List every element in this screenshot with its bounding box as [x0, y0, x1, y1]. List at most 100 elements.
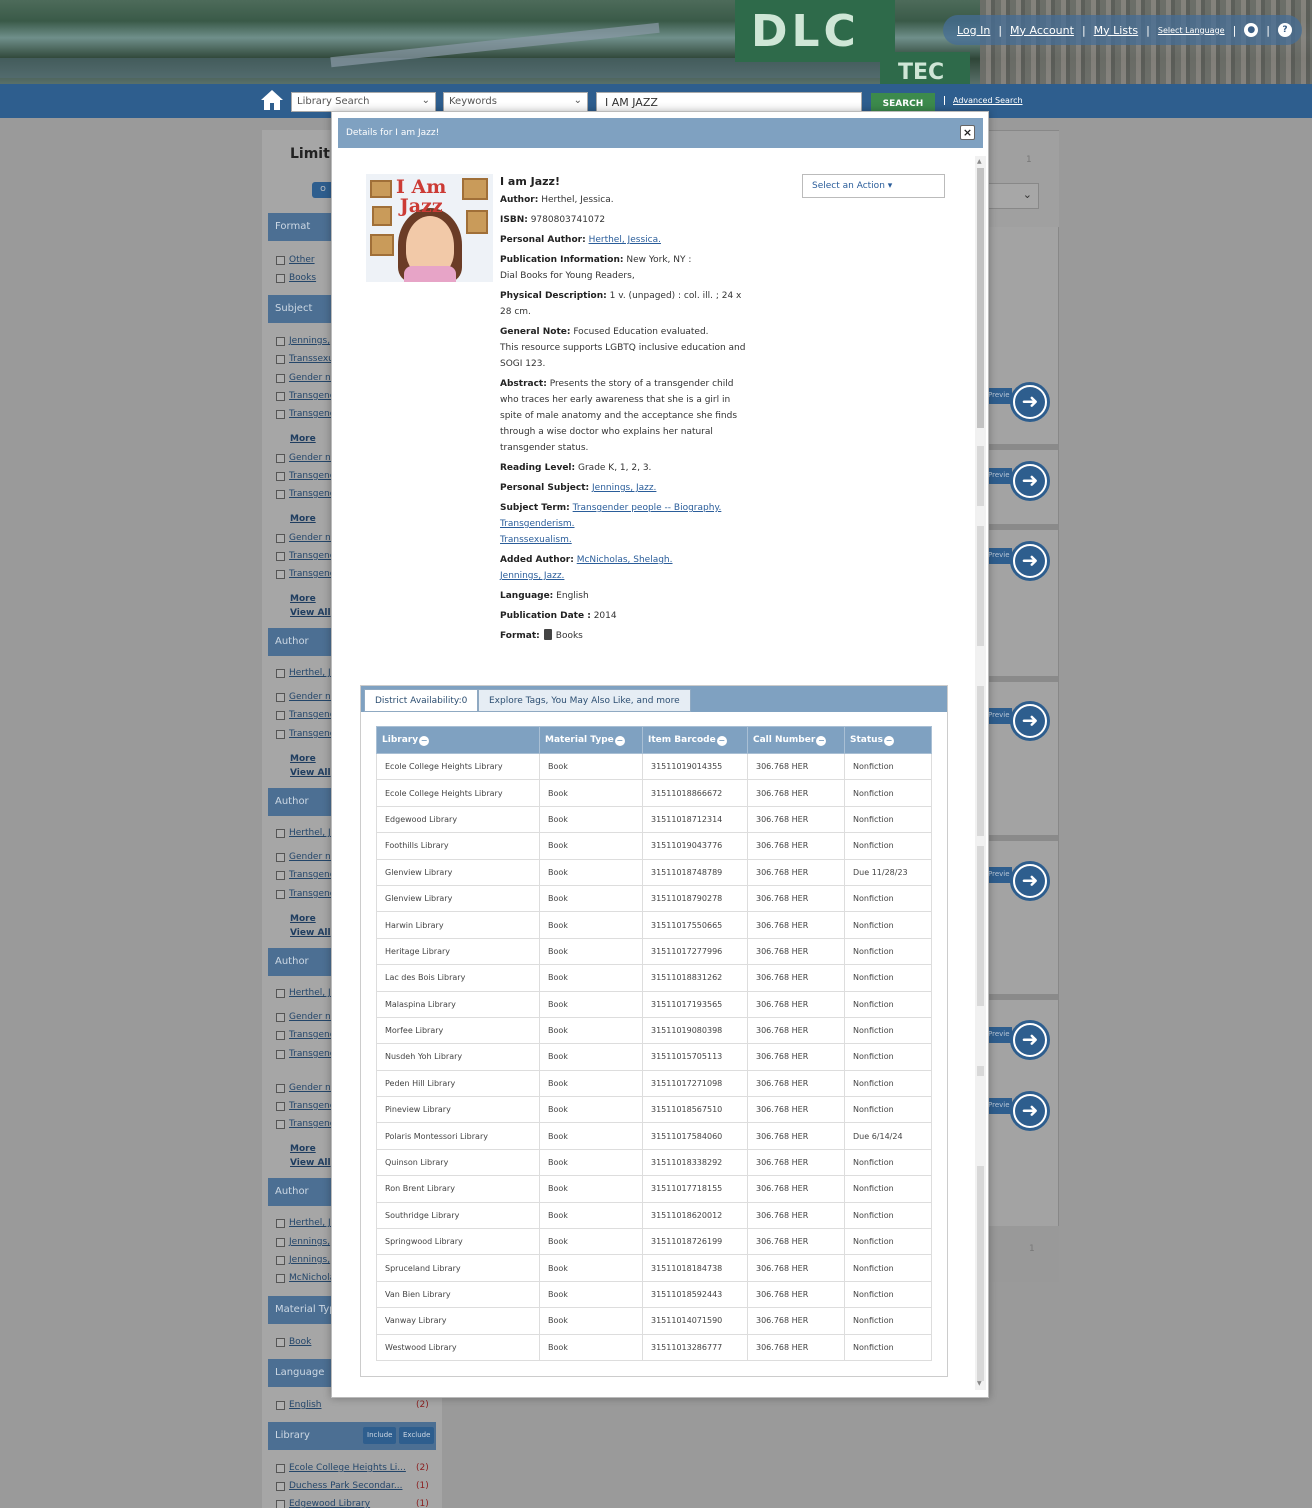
select-language-link[interactable]: Select Language	[1158, 26, 1225, 35]
advanced-search-link[interactable]: Advanced Search	[944, 96, 1023, 105]
facet-item[interactable]: Gender no	[276, 533, 336, 543]
facet-item[interactable]: Jennings,	[276, 336, 330, 346]
facet-item[interactable]: Transgend	[276, 551, 335, 561]
facet-item[interactable]: McNichola	[276, 1273, 335, 1283]
facet-item[interactable]: Transgend	[276, 870, 335, 880]
more-link[interactable]: More	[290, 594, 316, 604]
facet-item[interactable]: English	[276, 1400, 322, 1410]
help-icon[interactable]: ?	[1278, 23, 1292, 37]
more-link[interactable]: More	[290, 514, 316, 524]
facet-item[interactable]: Transgend	[276, 409, 335, 419]
login-link[interactable]: Log In	[957, 24, 990, 37]
view-all-link[interactable]: View All	[290, 1158, 331, 1168]
scroll-up-icon[interactable]: ▲	[977, 158, 982, 165]
search-scope-select[interactable]: Library Search ⌄	[291, 92, 436, 112]
facet-item[interactable]: Gender no	[276, 373, 336, 383]
facet-item[interactable]: Transgend	[276, 889, 335, 899]
facet-item[interactable]: Herthel, Je	[276, 1218, 336, 1228]
my-lists-link[interactable]: My Lists	[1094, 24, 1138, 37]
added-author-link[interactable]: McNicholas, Shelagh.	[577, 555, 673, 565]
personal-author-link[interactable]: Herthel, Jessica.	[589, 235, 661, 245]
subject-term-link[interactable]: Transgender people -- Biography.	[573, 503, 722, 513]
sort-icon[interactable]: −	[419, 735, 430, 746]
added-author-link[interactable]: Jennings, Jazz.	[500, 571, 564, 581]
facet-item[interactable]: Transgend	[276, 1101, 335, 1111]
page-number-top[interactable]: 1	[1026, 155, 1032, 165]
preview-tab[interactable]: Previe	[988, 1027, 1012, 1043]
select-action-dropdown[interactable]: Select an Action ▾	[802, 174, 945, 198]
column-header-library[interactable]: Library −	[376, 726, 540, 754]
search-field-select[interactable]: Keywords ⌄	[443, 92, 588, 112]
more-link[interactable]: More	[290, 434, 316, 444]
next-arrow-icon[interactable]: ➜	[1010, 1020, 1050, 1060]
preview-tab[interactable]: Previe	[988, 548, 1012, 564]
include-button[interactable]: Include	[363, 1427, 397, 1444]
home-icon[interactable]	[260, 89, 284, 111]
facet-item[interactable]: Gender no	[276, 453, 336, 463]
column-header-status[interactable]: Status −	[844, 726, 932, 754]
tab-explore-tags[interactable]: Explore Tags, You May Also Like, and mor…	[478, 689, 691, 712]
facet-item[interactable]: Transgend	[276, 729, 335, 739]
scrollbar-thumb[interactable]	[977, 168, 984, 428]
facet-item[interactable]: Ecole College Heights Li...	[276, 1463, 406, 1473]
preview-tab[interactable]: Previe	[988, 468, 1012, 484]
preview-tab[interactable]: Previe	[988, 1098, 1012, 1114]
more-link[interactable]: More	[290, 754, 316, 764]
preview-tab[interactable]: Previe	[988, 708, 1012, 724]
facet-item[interactable]: Gender no	[276, 1083, 336, 1093]
facet-item[interactable]: Transgend	[276, 489, 335, 499]
next-arrow-icon[interactable]: ➜	[1010, 701, 1050, 741]
sort-icon[interactable]: −	[883, 735, 894, 746]
scroll-down-icon[interactable]: ▼	[977, 1380, 982, 1387]
subject-term-link[interactable]: Transsexualism.	[500, 535, 572, 545]
facet-item[interactable]: Transgend	[276, 1030, 335, 1040]
my-account-link[interactable]: My Account	[1010, 24, 1074, 37]
sort-icon[interactable]: −	[816, 735, 827, 746]
more-link[interactable]: More	[290, 1144, 316, 1154]
close-icon[interactable]: ×	[960, 125, 975, 140]
sort-icon[interactable]: −	[716, 735, 727, 746]
column-header-call-number[interactable]: Call Number −	[747, 726, 845, 754]
facet-item[interactable]: Herthel, Je	[276, 828, 336, 838]
column-header-item-barcode[interactable]: Item Barcode −	[642, 726, 748, 754]
facet-item[interactable]: Books	[276, 273, 316, 283]
facet-item[interactable]: Transgend	[276, 1049, 335, 1059]
exclude-button[interactable]: Exclude	[399, 1427, 435, 1444]
facet-item[interactable]: Gender no	[276, 692, 336, 702]
more-link[interactable]: More	[290, 914, 316, 924]
facet-item[interactable]: Gender no	[276, 1012, 336, 1022]
facet-item[interactable]: Transgend	[276, 1119, 335, 1129]
facet-item[interactable]: Transsexu	[276, 354, 334, 364]
column-header-material-type[interactable]: Material Type −	[539, 726, 643, 754]
tab-district-availability[interactable]: District Availability:0	[364, 689, 479, 712]
facet-item[interactable]: Jennings,	[276, 1255, 330, 1265]
facet-item[interactable]: Duchess Park Secondar...	[276, 1481, 402, 1491]
facet-item[interactable]: Other	[276, 255, 315, 265]
next-arrow-icon[interactable]: ➜	[1010, 861, 1050, 901]
facet-item[interactable]: Gender no	[276, 852, 336, 862]
next-arrow-icon[interactable]: ➜	[1010, 461, 1050, 501]
view-all-link[interactable]: View All	[290, 608, 331, 618]
facet-item[interactable]: Transgend	[276, 391, 335, 401]
subject-term-link[interactable]: Transgenderism.	[500, 519, 575, 529]
facet-item[interactable]: Herthel, Je	[276, 988, 336, 998]
facet-item[interactable]: Transgend	[276, 710, 335, 720]
next-arrow-icon[interactable]: ➜	[1010, 382, 1050, 422]
view-all-link[interactable]: View All	[290, 928, 331, 938]
view-all-link[interactable]: View All	[290, 768, 331, 778]
sort-select[interactable]: ⌄	[988, 183, 1039, 209]
facet-item[interactable]: Edgewood Library	[276, 1499, 370, 1508]
preview-tab[interactable]: Previe	[988, 388, 1012, 404]
modal-scrollbar[interactable]: ▲ ▼	[975, 156, 986, 1390]
facet-item[interactable]: Jennings,	[276, 1237, 330, 1247]
page-number-bottom[interactable]: 1	[1029, 1244, 1035, 1254]
preview-tab[interactable]: Previe	[988, 867, 1012, 883]
next-arrow-icon[interactable]: ➜	[1010, 1091, 1050, 1131]
accessibility-icon[interactable]: ●	[1244, 23, 1259, 37]
sort-icon[interactable]: −	[614, 735, 625, 746]
facet-item[interactable]: Herthel, Je	[276, 668, 336, 678]
next-arrow-icon[interactable]: ➜	[1010, 541, 1050, 581]
facet-item[interactable]: Transgend	[276, 471, 335, 481]
facet-item[interactable]: Book	[276, 1337, 311, 1347]
personal-subject-link[interactable]: Jennings, Jazz.	[592, 483, 656, 493]
